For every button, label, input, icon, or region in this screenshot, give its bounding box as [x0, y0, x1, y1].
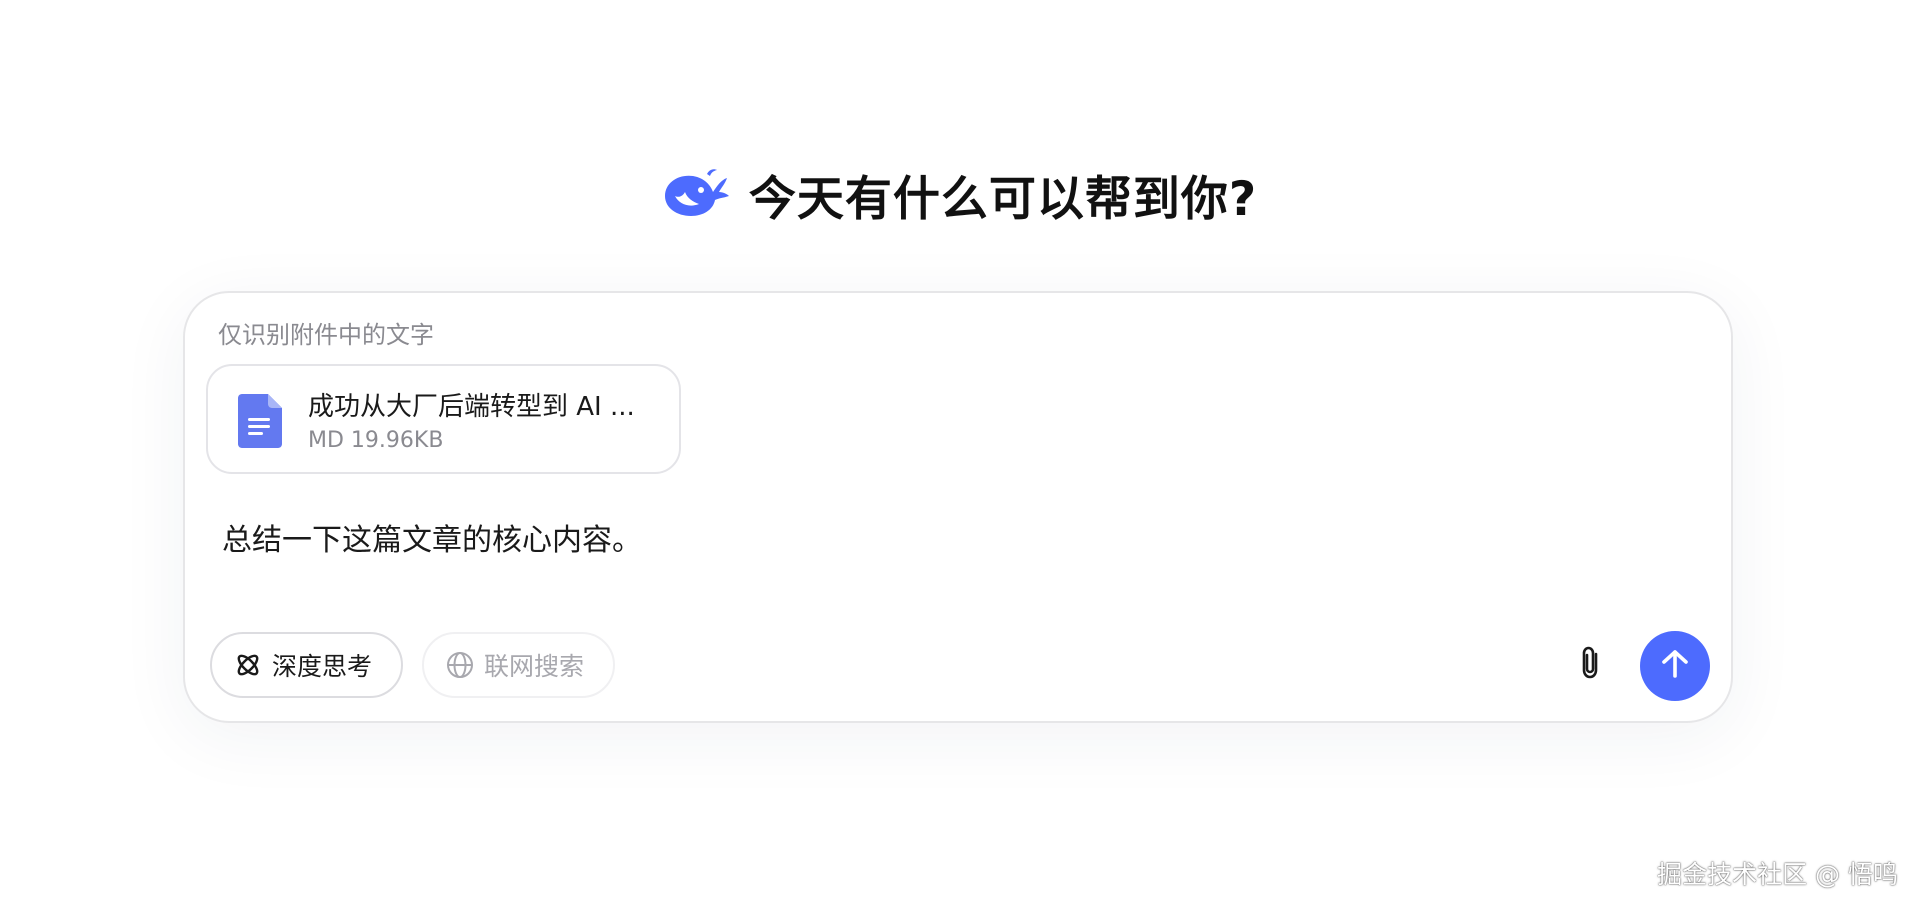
- message-composer: 仅识别附件中的文字 成功从大厂后端转型到 AI ... MD 19.96KB 总…: [183, 291, 1733, 723]
- attachment-card[interactable]: 成功从大厂后端转型到 AI ... MD 19.96KB: [206, 364, 681, 474]
- deepseek-whale-logo-icon: [661, 166, 731, 222]
- document-icon: [236, 392, 284, 450]
- welcome-title: 今天有什么可以帮到你?: [748, 171, 1258, 227]
- paperclip-icon: [1576, 644, 1606, 686]
- web-search-toggle[interactable]: 联网搜索: [422, 632, 615, 698]
- attach-file-button[interactable]: [1569, 643, 1613, 687]
- attachment-file-name: 成功从大厂后端转型到 AI ...: [308, 392, 635, 422]
- prompt-input[interactable]: 总结一下这篇文章的核心内容。: [222, 515, 642, 559]
- attachment-file-meta: MD 19.96KB: [308, 428, 444, 453]
- watermark-text: 掘金技术社区 @ 悟鸣: [1657, 860, 1898, 889]
- globe-icon: [446, 651, 474, 679]
- chat-home-page: 今天有什么可以帮到你? 仅识别附件中的文字 成功从大厂后端转型到 AI ... …: [0, 0, 1918, 906]
- deep-think-label: 深度思考: [272, 652, 373, 681]
- welcome-heading: 今天有什么可以帮到你?: [0, 162, 1918, 227]
- attachment-hint-text: 仅识别附件中的文字: [218, 321, 434, 349]
- atom-icon: [234, 651, 262, 679]
- deep-think-toggle[interactable]: 深度思考: [210, 632, 403, 698]
- web-search-label: 联网搜索: [484, 652, 585, 681]
- arrow-up-icon: [1658, 647, 1692, 685]
- send-button[interactable]: [1640, 631, 1710, 701]
